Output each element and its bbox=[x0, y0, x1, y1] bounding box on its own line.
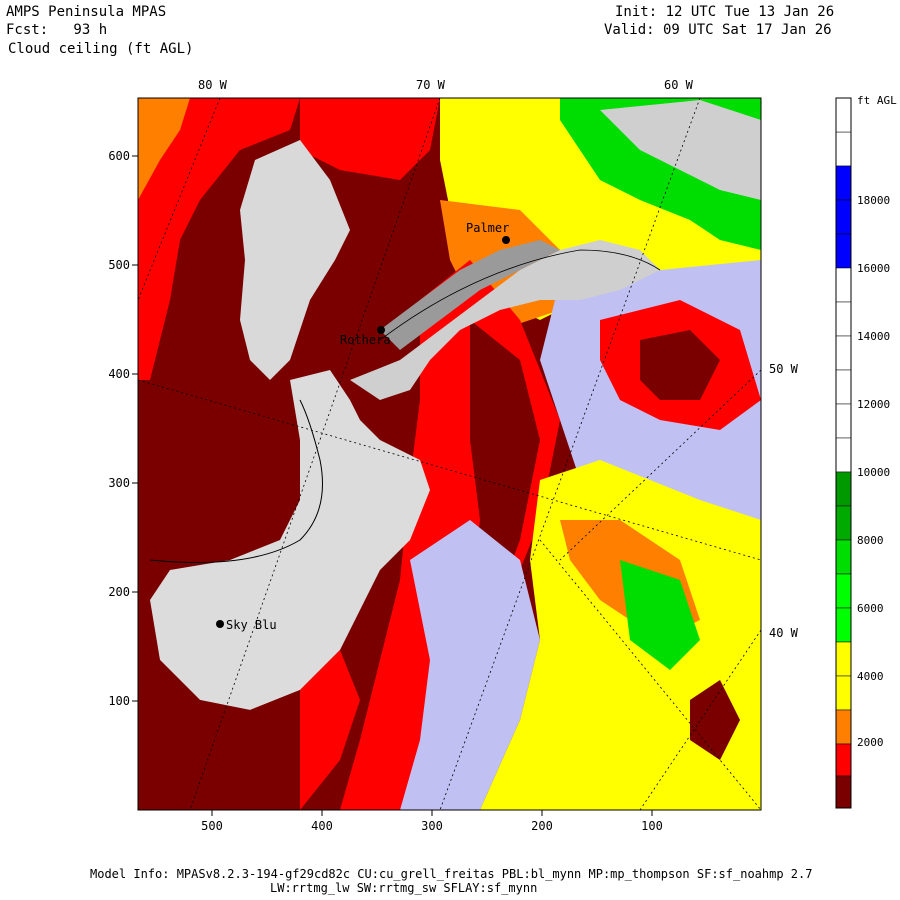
colorbar-label-14000: 14000 bbox=[857, 330, 890, 343]
x-tick-200: 200 bbox=[531, 819, 553, 833]
map-field: Palmer Rothera Sky Blu bbox=[138, 98, 761, 810]
y-tick-200: 200 bbox=[108, 585, 130, 599]
palmer-station-marker bbox=[502, 236, 510, 244]
lon-label-60w: 60 W bbox=[664, 78, 694, 92]
colorbar-label-8000: 8000 bbox=[857, 534, 884, 547]
colorbar-label-6000: 6000 bbox=[857, 602, 884, 615]
y-tick-300: 300 bbox=[108, 476, 130, 490]
model-info-line2: LW:rrtmg_lw SW:rrtmg_sw SFLAY:sf_mynn bbox=[270, 881, 538, 895]
x-tick-400: 400 bbox=[311, 819, 333, 833]
x-tick-500: 500 bbox=[201, 819, 223, 833]
station-label-palmer: Palmer bbox=[466, 221, 509, 235]
sky-blu-station-marker bbox=[216, 620, 224, 628]
station-label-sky-blu: Sky Blu bbox=[226, 618, 277, 632]
colorbar-label-4000: 4000 bbox=[857, 670, 884, 683]
colorbar-label-18000: 18000 bbox=[857, 194, 890, 207]
lon-label-50w: 50 W bbox=[769, 362, 799, 376]
station-label-rothera: Rothera bbox=[340, 333, 391, 347]
colorbar-unit: ft AGL bbox=[857, 94, 897, 107]
colorbar-label-12000: 12000 bbox=[857, 398, 890, 411]
y-tick-100: 100 bbox=[108, 694, 130, 708]
cloud-ceiling-map: Palmer Rothera Sky Blu 80 W 70 W 60 W 50… bbox=[108, 78, 897, 833]
y-tick-400: 400 bbox=[108, 367, 130, 381]
colorbar-label-10000: 10000 bbox=[857, 466, 890, 479]
lon-label-70w: 70 W bbox=[416, 78, 446, 92]
x-tick-300: 300 bbox=[421, 819, 443, 833]
colorbar: ft AGL 18000 16000 14000 12000 10000 800… bbox=[835, 94, 897, 809]
lon-label-40w: 40 W bbox=[769, 626, 799, 640]
x-tick-100: 100 bbox=[641, 819, 663, 833]
colorbar-label-2000: 2000 bbox=[857, 736, 884, 749]
y-tick-600: 600 bbox=[108, 149, 130, 163]
colorbar-label-16000: 16000 bbox=[857, 262, 890, 275]
y-tick-500: 500 bbox=[108, 258, 130, 272]
lon-label-80w: 80 W bbox=[198, 78, 228, 92]
